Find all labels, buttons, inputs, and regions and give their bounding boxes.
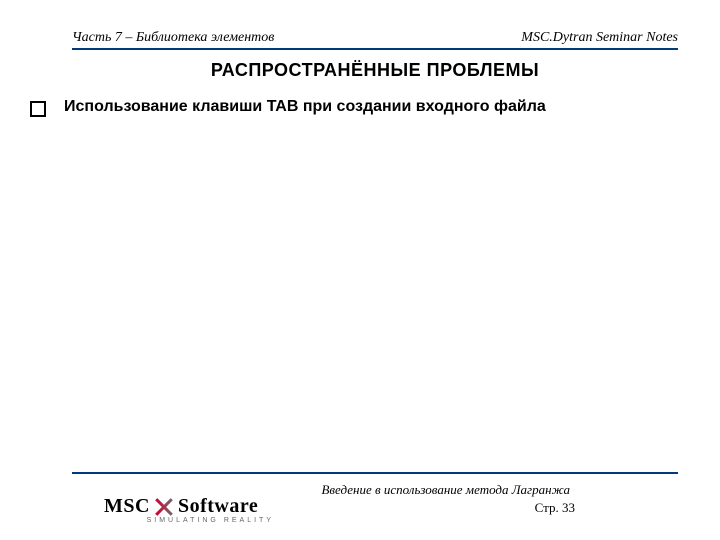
page-title: РАСПРОСТРАНЁННЫЕ ПРОБЛЕМЫ [72, 60, 678, 81]
header-band: Часть 7 – Библиотека элементов MSC.Dytra… [72, 30, 678, 46]
footer-rule [72, 472, 678, 474]
brand-text-right: Software [178, 495, 258, 518]
slide-page: Часть 7 – Библиотека элементов MSC.Dytra… [0, 0, 720, 540]
brand-logo-main: MSC Software [104, 495, 274, 518]
brand-logo: MSC Software SIMULATING REALITY [104, 495, 274, 524]
header-left: Часть 7 – Библиотека элементов [72, 30, 274, 46]
bullet-text: Использование клавиши TAB при создании в… [64, 98, 678, 116]
square-bullet-icon [30, 101, 46, 117]
brand-x-icon [154, 497, 174, 517]
brand-text-left: MSC [104, 495, 150, 518]
brand-tagline: SIMULATING REALITY [104, 517, 274, 524]
header-rule [72, 48, 678, 50]
footer-subtitle: Введение в использование метода Лагранжа [321, 482, 570, 498]
header-right: MSC.Dytran Seminar Notes [521, 30, 678, 46]
page-number: Стр. 33 [535, 500, 575, 516]
bullet-row: Использование клавиши TAB при создании в… [30, 98, 678, 117]
